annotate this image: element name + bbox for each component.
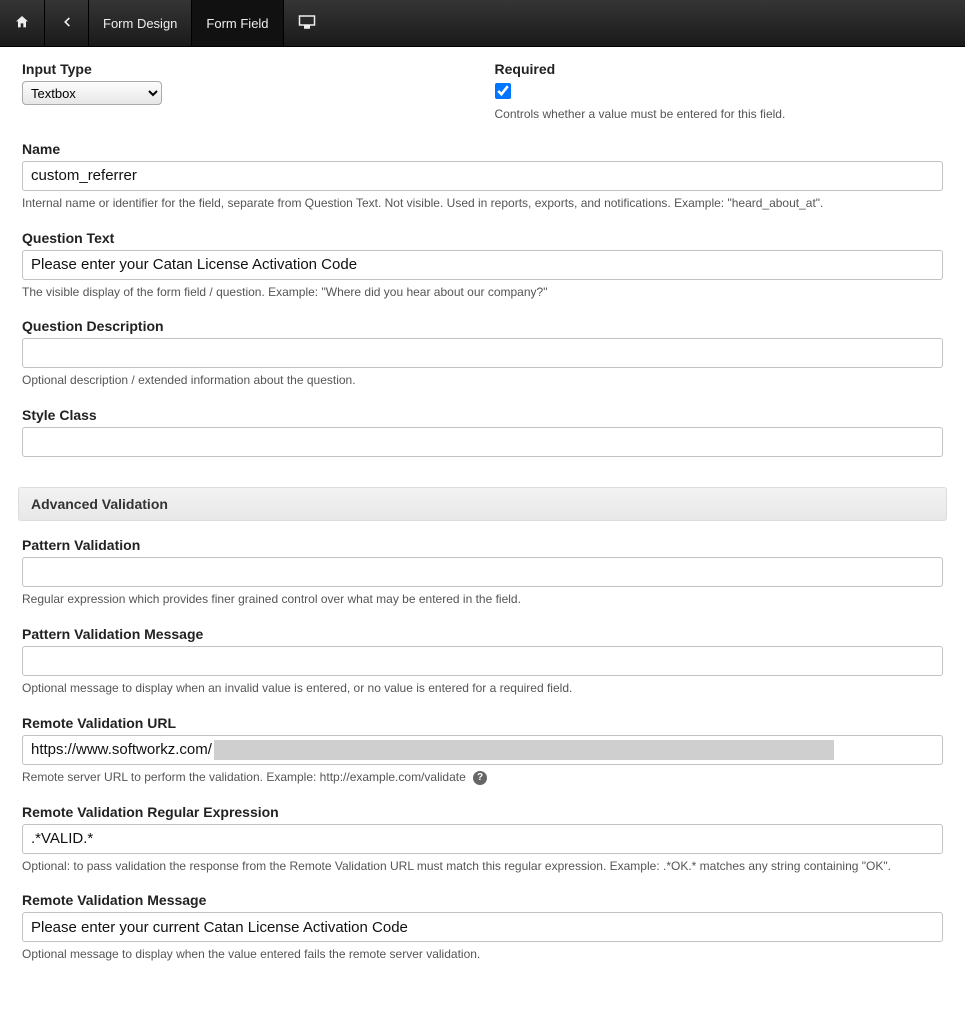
style-class-group: Style Class (22, 407, 943, 457)
required-help: Controls whether a value must be entered… (495, 106, 944, 123)
remote-validation-regex-group: Remote Validation Regular Expression Opt… (22, 804, 943, 875)
top-toolbar: Form Design Form Field (0, 0, 965, 47)
pattern-validation-message-label: Pattern Validation Message (22, 626, 943, 642)
name-help: Internal name or identifier for the fiel… (22, 195, 943, 212)
pattern-validation-group: Pattern Validation Regular expression wh… (22, 537, 943, 608)
remote-validation-url-group: Remote Validation URL https://www.softwo… (22, 715, 943, 786)
remote-validation-url-redacted (214, 740, 834, 760)
required-label: Required (495, 61, 944, 77)
pattern-validation-input[interactable] (22, 557, 943, 587)
style-class-input[interactable] (22, 427, 943, 457)
tab-label: Form Design (103, 16, 177, 31)
back-button[interactable] (45, 0, 89, 46)
question-text-input[interactable] (22, 250, 943, 280)
home-icon (14, 14, 30, 33)
question-description-group: Question Description Optional descriptio… (22, 318, 943, 389)
remote-validation-regex-label: Remote Validation Regular Expression (22, 804, 943, 820)
style-class-label: Style Class (22, 407, 943, 423)
question-text-group: Question Text The visible display of the… (22, 230, 943, 301)
tab-label: Form Field (206, 16, 268, 31)
form-field-editor: Input Type Textbox Required Controls whe… (0, 47, 965, 1011)
remote-validation-url-prefix: https://www.softworkz.com/ (23, 741, 214, 758)
required-group: Required Controls whether a value must b… (495, 61, 944, 123)
home-button[interactable] (0, 0, 45, 46)
remote-validation-regex-input[interactable] (22, 824, 943, 854)
pattern-validation-message-help: Optional message to display when an inva… (22, 680, 943, 697)
help-icon[interactable]: ? (473, 771, 487, 785)
chevron-left-icon (60, 15, 74, 32)
remote-validation-message-label: Remote Validation Message (22, 892, 943, 908)
preview-button[interactable] (284, 0, 330, 46)
pattern-validation-message-input[interactable] (22, 646, 943, 676)
question-description-label: Question Description (22, 318, 943, 334)
advanced-validation-header: Advanced Validation (18, 487, 947, 521)
remote-validation-message-input[interactable] (22, 912, 943, 942)
remote-validation-url-input[interactable]: https://www.softworkz.com/ (22, 735, 943, 765)
input-type-group: Input Type Textbox (22, 61, 471, 123)
remote-validation-url-label: Remote Validation URL (22, 715, 943, 731)
question-description-help: Optional description / extended informat… (22, 372, 943, 389)
remote-validation-message-help: Optional message to display when the val… (22, 946, 943, 963)
remote-validation-message-group: Remote Validation Message Optional messa… (22, 892, 943, 963)
pattern-validation-label: Pattern Validation (22, 537, 943, 553)
remote-validation-url-help: Remote server URL to perform the validat… (22, 769, 943, 786)
pattern-validation-help: Regular expression which provides finer … (22, 591, 943, 608)
name-input[interactable] (22, 161, 943, 191)
input-type-label: Input Type (22, 61, 471, 77)
tab-form-design[interactable]: Form Design (89, 0, 192, 46)
monitor-icon (298, 14, 316, 33)
question-text-label: Question Text (22, 230, 943, 246)
question-text-help: The visible display of the form field / … (22, 284, 943, 301)
tab-form-field[interactable]: Form Field (192, 0, 283, 46)
name-label: Name (22, 141, 943, 157)
question-description-input[interactable] (22, 338, 943, 368)
input-type-select[interactable]: Textbox (22, 81, 162, 105)
name-group: Name Internal name or identifier for the… (22, 141, 943, 212)
pattern-validation-message-group: Pattern Validation Message Optional mess… (22, 626, 943, 697)
required-checkbox[interactable] (495, 83, 511, 99)
remote-validation-regex-help: Optional: to pass validation the respons… (22, 858, 943, 875)
